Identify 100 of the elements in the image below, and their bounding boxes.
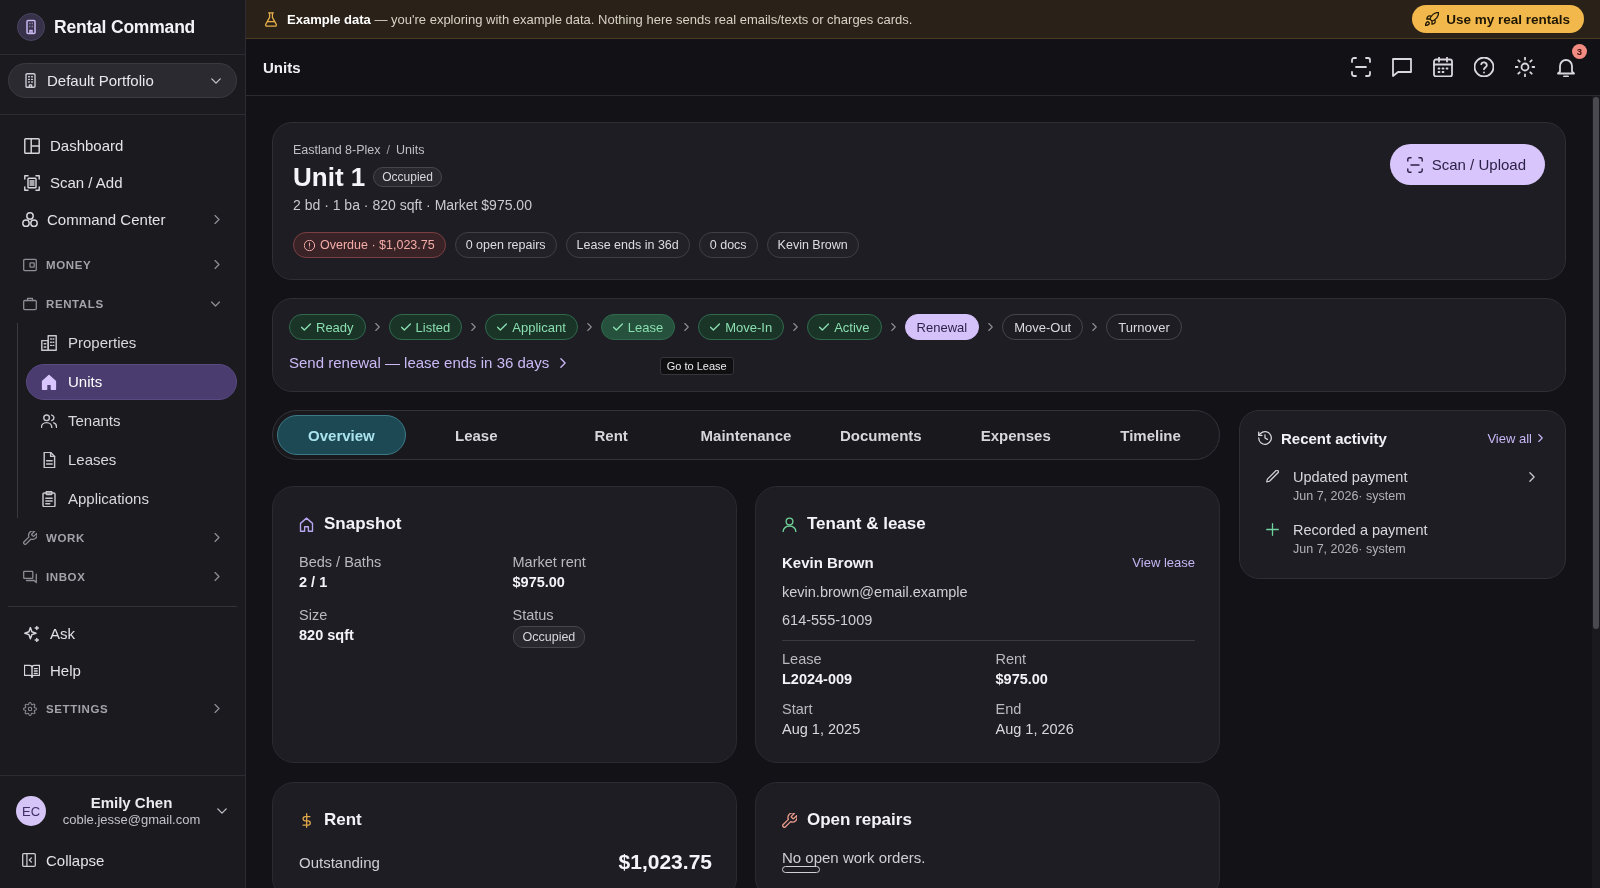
nav-section[interactable]: MONEY bbox=[8, 245, 237, 284]
scan-icon bbox=[1406, 156, 1423, 173]
document-icon bbox=[41, 451, 57, 468]
home-icon bbox=[299, 516, 314, 532]
nav-section[interactable]: INBOX bbox=[8, 557, 237, 596]
stage-chip[interactable]: Listed bbox=[388, 314, 463, 340]
stage-chip[interactable]: Renewal bbox=[904, 314, 980, 340]
activity-title[interactable]: Recorded a payment bbox=[1293, 520, 1543, 540]
status-badge: Occupied bbox=[373, 167, 442, 187]
chevron-right-icon bbox=[560, 358, 567, 368]
nav-item[interactable]: Dashboard bbox=[8, 127, 237, 164]
nav-item[interactable]: Leases bbox=[26, 441, 237, 478]
tab[interactable]: Expenses bbox=[951, 415, 1081, 455]
chevron-right-icon bbox=[1538, 434, 1543, 442]
stage-chip[interactable]: Move-In bbox=[698, 314, 785, 340]
calendar-icon bbox=[1433, 57, 1453, 77]
scrollbar[interactable] bbox=[1592, 96, 1600, 888]
clipboard-icon bbox=[41, 490, 57, 507]
nav-item[interactable]: Units bbox=[26, 363, 237, 400]
overdue-chip[interactable]: Overdue · $1,023.75 bbox=[293, 232, 446, 258]
view-lease-link[interactable]: View lease bbox=[1132, 554, 1195, 570]
tab[interactable]: Rent bbox=[546, 415, 676, 455]
user-name: Emily Chen bbox=[90, 794, 173, 811]
book-icon bbox=[24, 662, 40, 679]
history-icon bbox=[1258, 431, 1272, 445]
tenant-email: kevin.brown@email.example bbox=[782, 583, 969, 602]
field-value: $975.00 bbox=[995, 670, 1049, 689]
unit-summary: 2 bd · 1 ba · 820 sqft · Market $975.00 bbox=[293, 196, 533, 214]
flask-icon bbox=[264, 11, 278, 27]
user-avatar[interactable]: EC bbox=[16, 796, 46, 826]
empty-message: No open work orders. bbox=[782, 848, 926, 868]
check-icon bbox=[819, 323, 830, 331]
tenant-phone: 614-555-1009 bbox=[782, 611, 874, 630]
nav-item[interactable]: Properties bbox=[26, 324, 237, 361]
field-label: Start bbox=[782, 700, 814, 719]
pencil-icon bbox=[1266, 470, 1279, 483]
banner-message: Example data — you're exploring with example data. Nothing here sends real emails/texts or charges cards. bbox=[287, 11, 913, 27]
stage-chip[interactable]: Applicant bbox=[485, 314, 578, 340]
tab[interactable]: Lease bbox=[411, 415, 541, 455]
nav-item[interactable]: Scan / Add bbox=[8, 164, 237, 201]
info-chip[interactable]: 0 docs bbox=[698, 232, 758, 258]
info-chip[interactable]: Kevin Brown bbox=[766, 232, 859, 258]
rent-amount: $1,023.75 bbox=[618, 850, 712, 874]
tab[interactable]: Maintenance bbox=[681, 415, 811, 455]
unit-title: Unit 1 bbox=[293, 161, 366, 193]
activity-title[interactable]: Updated payment bbox=[1293, 467, 1515, 487]
check-icon bbox=[301, 323, 311, 331]
tooltip: Go to Lease bbox=[659, 357, 734, 375]
field-value: Aug 1, 2026 bbox=[995, 720, 1075, 739]
tenant-name: Kevin Brown bbox=[782, 553, 874, 571]
chevron-down-icon bbox=[217, 808, 227, 814]
use-real-rentals-button[interactable]: Use my real rentals bbox=[1412, 5, 1584, 33]
chevron-right-icon bbox=[988, 323, 994, 331]
collapse-button[interactable]: Collapse bbox=[16, 845, 105, 875]
home-icon bbox=[41, 373, 57, 390]
circles-icon bbox=[22, 211, 38, 228]
field-value: 820 sqft bbox=[299, 626, 355, 645]
stage-chip[interactable]: Lease bbox=[600, 314, 676, 340]
bell-icon bbox=[1556, 57, 1576, 77]
view-all-link[interactable]: View all bbox=[1487, 430, 1543, 446]
stage-chip[interactable]: Ready bbox=[289, 314, 366, 340]
message-icon bbox=[1392, 57, 1412, 77]
field-label: Market rent bbox=[512, 553, 587, 572]
nav-item[interactable]: Command Center bbox=[8, 201, 237, 238]
building-icon bbox=[17, 13, 45, 41]
alert-icon bbox=[304, 239, 315, 251]
next-action-link[interactable]: Send renewal — lease ends in 36 days bbox=[289, 353, 567, 373]
card-title: Snapshot bbox=[324, 514, 402, 534]
breadcrumb-item[interactable]: Units bbox=[396, 142, 425, 158]
info-chip[interactable]: Lease ends in 36d bbox=[565, 232, 690, 258]
nav-item[interactable]: Applications bbox=[26, 480, 237, 517]
nav-item[interactable]: Help bbox=[8, 652, 237, 689]
nav-section[interactable]: SETTINGS bbox=[8, 689, 237, 728]
check-icon bbox=[710, 323, 721, 331]
breadcrumb-item[interactable]: Eastland 8-Plex bbox=[293, 142, 381, 158]
tab[interactable]: Overview bbox=[277, 415, 406, 455]
activity-meta: Jun 7, 2026· system bbox=[1293, 541, 1407, 558]
nav-section[interactable]: WORK bbox=[8, 518, 237, 557]
stage-chip[interactable]: Active bbox=[807, 314, 882, 340]
nav-item[interactable]: Tenants bbox=[26, 402, 237, 439]
scan-document-icon bbox=[24, 174, 40, 191]
page-title: Units bbox=[263, 58, 301, 76]
info-chip[interactable]: 0 open repairs bbox=[454, 232, 557, 258]
nav-section[interactable]: RENTALS bbox=[8, 284, 237, 323]
scan-upload-button[interactable]: Scan / Upload bbox=[1389, 144, 1545, 185]
layout-icon bbox=[24, 137, 40, 154]
chevron-right-icon bbox=[890, 323, 896, 331]
sidebar-collapse-icon bbox=[22, 853, 36, 867]
portfolio-select[interactable]: Default Portfolio bbox=[8, 63, 237, 98]
tab[interactable]: Timeline bbox=[1086, 415, 1215, 455]
tab[interactable]: Documents bbox=[816, 415, 946, 455]
notification-badge: 3 bbox=[1572, 44, 1587, 59]
nav-item[interactable]: Ask bbox=[8, 615, 237, 652]
briefcase-icon bbox=[23, 296, 37, 311]
scrollbar-thumb[interactable] bbox=[1593, 97, 1599, 629]
scan-icon bbox=[1351, 57, 1371, 77]
card-title: Recent activity bbox=[1281, 429, 1387, 447]
field-label: Size bbox=[299, 606, 329, 625]
rent-label: Outstanding bbox=[299, 853, 380, 871]
field-value: L2024-009 bbox=[782, 670, 854, 689]
